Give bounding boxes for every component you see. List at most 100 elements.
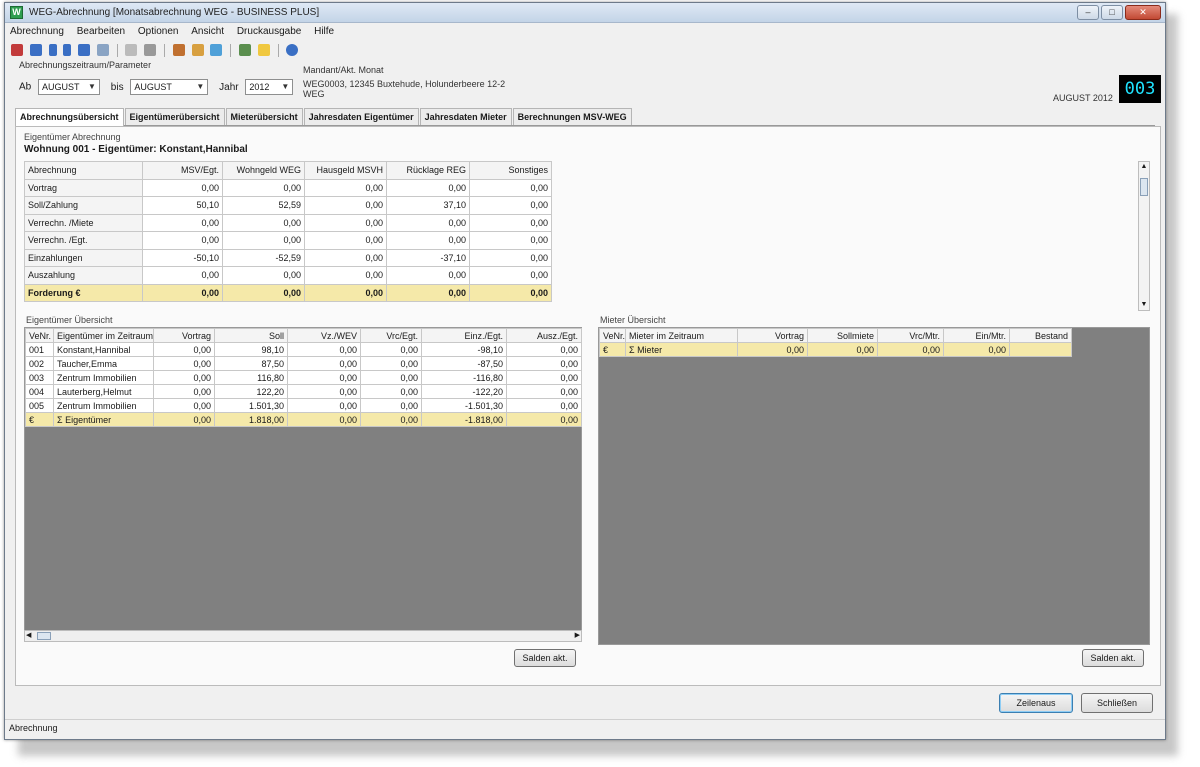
- cell[interactable]: 0,00: [222, 231, 305, 250]
- column-header: Vrc/Egt.: [360, 328, 422, 343]
- menu-ansicht[interactable]: Ansicht: [186, 24, 229, 39]
- grid-icon[interactable]: [144, 44, 157, 56]
- cell[interactable]: 0,00: [142, 178, 223, 197]
- menu-abrechnung[interactable]: Abrechnung: [5, 24, 69, 39]
- owners-overview-label: Eigentümer Übersicht: [26, 315, 113, 325]
- scroll-thumb[interactable]: [1140, 178, 1148, 196]
- cell: 0,00: [807, 342, 878, 357]
- table-row[interactable]: 001 Konstant,Hannibal 0,00 98,10 0,00 0,…: [25, 342, 582, 357]
- table-row[interactable]: 003 Zentrum Immobilien 0,00 116,80 0,00 …: [25, 370, 582, 385]
- tab-eigentuemeruebersicht[interactable]: Eigentümerübersicht: [124, 108, 225, 125]
- prev-record-icon[interactable]: [48, 44, 57, 56]
- first-record-icon[interactable]: [29, 44, 42, 56]
- sum-cell: 0,00: [222, 283, 305, 302]
- view-icon[interactable]: [96, 44, 109, 56]
- row-label: Vortrag: [24, 178, 143, 197]
- cell[interactable]: 0,00: [469, 196, 552, 215]
- vertical-scrollbar[interactable]: ▲ ▼: [1138, 161, 1150, 311]
- cell[interactable]: 0,00: [142, 266, 223, 285]
- tab-jahresdaten-mieter[interactable]: Jahresdaten Mieter: [419, 108, 512, 125]
- scroll-down-icon[interactable]: ▼: [1139, 300, 1149, 310]
- cell[interactable]: 0,00: [304, 213, 387, 232]
- cell[interactable]: 0,00: [386, 231, 470, 250]
- ok-button[interactable]: Zeilenaus: [999, 693, 1073, 713]
- table-row[interactable]: Soll/Zahlung 50,10 52,59 0,00 37,10 0,00: [24, 196, 552, 215]
- scroll-up-icon[interactable]: ▲: [1139, 162, 1149, 172]
- cell[interactable]: 0,00: [469, 266, 552, 285]
- cell[interactable]: 52,59: [222, 196, 305, 215]
- tab-berechnungen-msv-weg[interactable]: Berechnungen MSV-WEG: [512, 108, 632, 125]
- help-icon[interactable]: [286, 44, 299, 56]
- save-icon[interactable]: [11, 44, 23, 56]
- table-row[interactable]: 005 Zentrum Immobilien 0,00 1.501,30 0,0…: [25, 398, 582, 413]
- filter-icon[interactable]: [125, 44, 138, 56]
- tab-jahresdaten-eigentuemer[interactable]: Jahresdaten Eigentümer: [303, 108, 419, 125]
- cell: 0,00: [153, 370, 215, 385]
- from-month-select[interactable]: AUGUST ▼: [38, 79, 101, 95]
- cell[interactable]: 0,00: [469, 213, 552, 232]
- cell[interactable]: -50,10: [142, 248, 223, 267]
- toolbar-separator: [116, 44, 118, 57]
- to-month-select[interactable]: AUGUST ▼: [130, 79, 209, 95]
- to-label: bis: [110, 81, 124, 93]
- cell[interactable]: 0,00: [469, 231, 552, 250]
- table-row[interactable]: 004 Lauterberg,Helmut 0,00 122,20 0,00 0…: [25, 384, 582, 399]
- tab-panel: Eigentümer Abrechnung Wohnung 001 - Eige…: [15, 126, 1161, 686]
- sum-row[interactable]: € Σ Mieter 0,00 0,00 0,00 0,00: [599, 342, 1072, 357]
- tenants-refresh-balances-button[interactable]: Salden akt.: [1082, 649, 1144, 667]
- cell[interactable]: 0,00: [142, 213, 223, 232]
- main-window: W WEG-Abrechnung [Monatsabrechnung WEG -…: [4, 2, 1166, 740]
- cell[interactable]: 0,00: [304, 231, 387, 250]
- menu-optionen[interactable]: Optionen: [133, 24, 184, 39]
- cell[interactable]: -52,59: [222, 248, 305, 267]
- table-row[interactable]: Vortrag 0,00 0,00 0,00 0,00 0,00: [24, 178, 552, 197]
- horizontal-scrollbar[interactable]: ◀ ▶: [24, 630, 582, 642]
- cell[interactable]: 0,00: [304, 196, 387, 215]
- cell[interactable]: 0,00: [386, 266, 470, 285]
- owners-refresh-balances-button[interactable]: Salden akt.: [514, 649, 576, 667]
- cell: Taucher,Emma: [53, 356, 154, 371]
- menu-bearbeiten[interactable]: Bearbeiten: [72, 24, 130, 39]
- users-icon[interactable]: [191, 44, 204, 56]
- folder-icon[interactable]: [257, 44, 270, 56]
- cell[interactable]: 0,00: [304, 248, 387, 267]
- table-row[interactable]: Auszahlung 0,00 0,00 0,00 0,00 0,00: [24, 266, 552, 285]
- last-record-icon[interactable]: [78, 44, 91, 56]
- cell: 0,00: [506, 342, 582, 357]
- cell[interactable]: 0,00: [469, 178, 552, 197]
- print-icon[interactable]: [172, 44, 185, 56]
- menu-druckausgabe[interactable]: Druckausgabe: [232, 24, 306, 39]
- close-button[interactable]: ✕: [1125, 5, 1161, 20]
- scroll-thumb[interactable]: [37, 632, 51, 640]
- cell[interactable]: 50,10: [142, 196, 223, 215]
- cell[interactable]: 0,00: [386, 213, 470, 232]
- cell[interactable]: 0,00: [222, 178, 305, 197]
- year-select[interactable]: 2012 ▼: [245, 79, 294, 95]
- menu-hilfe[interactable]: Hilfe: [309, 24, 339, 39]
- table-row[interactable]: Verrechn. /Miete 0,00 0,00 0,00 0,00 0,0…: [24, 213, 552, 232]
- minimize-button[interactable]: –: [1077, 5, 1099, 20]
- table-row[interactable]: 002 Taucher,Emma 0,00 87,50 0,00 0,00 -8…: [25, 356, 582, 371]
- cell[interactable]: 0,00: [469, 248, 552, 267]
- cell[interactable]: 0,00: [222, 266, 305, 285]
- chart-icon[interactable]: [238, 44, 251, 56]
- close-window-button[interactable]: Schließen: [1081, 693, 1153, 713]
- cell[interactable]: 0,00: [222, 213, 305, 232]
- cell[interactable]: 0,00: [142, 231, 223, 250]
- column-header: Vz./WEV: [287, 328, 361, 343]
- tab-mieteruebersicht[interactable]: Mieterübersicht: [225, 108, 303, 125]
- tab-abrechnungsuebersicht[interactable]: Abrechnungsübersicht: [15, 108, 124, 126]
- scroll-left-icon[interactable]: ◀: [26, 631, 31, 641]
- export-icon[interactable]: [210, 44, 223, 56]
- table-row[interactable]: Verrechn. /Egt. 0,00 0,00 0,00 0,00 0,00: [24, 231, 552, 250]
- cell[interactable]: -37,10: [386, 248, 470, 267]
- cell[interactable]: 0,00: [386, 178, 470, 197]
- scroll-right-icon[interactable]: ▶: [575, 631, 580, 641]
- cell[interactable]: 37,10: [386, 196, 470, 215]
- table-row[interactable]: Einzahlungen -50,10 -52,59 0,00 -37,10 0…: [24, 248, 552, 267]
- sum-row[interactable]: € Σ Eigentümer 0,00 1.818,00 0,00 0,00 -…: [25, 412, 582, 427]
- next-record-icon[interactable]: [63, 44, 72, 56]
- cell[interactable]: 0,00: [304, 266, 387, 285]
- maximize-button[interactable]: □: [1101, 5, 1123, 20]
- cell[interactable]: 0,00: [304, 178, 387, 197]
